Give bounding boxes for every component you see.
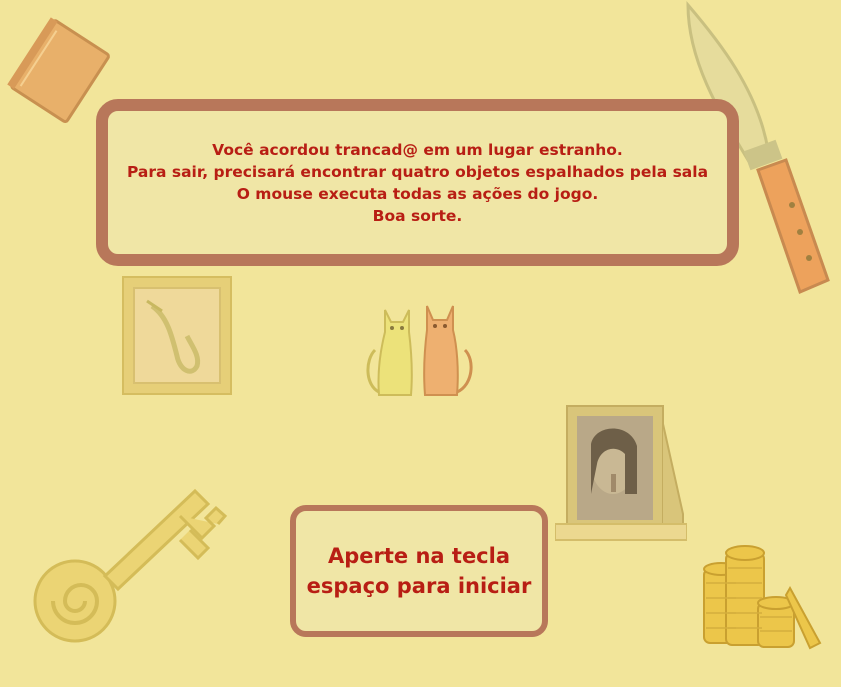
saxophone-frame-icon[interactable] [122,276,232,396]
portrait-frame-icon[interactable] [555,404,687,542]
intro-line-1: Você acordou trancad@ em um lugar estran… [212,140,623,159]
coins-icon[interactable] [700,543,825,655]
start-prompt-box[interactable]: Aperte na tecla espaço para iniciar [290,505,548,637]
start-prompt-line-1: Aperte na tecla [328,541,510,571]
intro-line-4: Boa sorte. [372,206,463,225]
cats-figurine-icon[interactable] [365,300,480,405]
intro-line-3: O mouse executa todas as ações do jogo. [236,184,599,203]
key-icon[interactable] [30,486,230,656]
start-prompt-aperte: Aperte [327,544,409,568]
intro-message-box: Você acordou trancad@ em um lugar estran… [96,99,739,266]
start-prompt-line-2: espaço para iniciar [306,574,532,598]
start-prompt-na-tecla: na tecla [408,544,510,568]
intro-line-2: Para sair, precisará encontrar quatro ob… [126,162,709,181]
